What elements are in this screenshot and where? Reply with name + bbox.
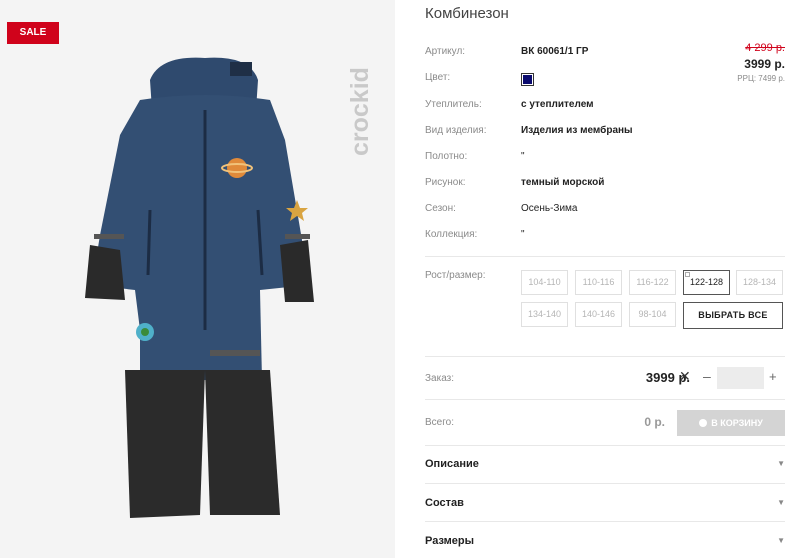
accordion-label: Состав <box>425 497 464 509</box>
qty-input[interactable] <box>717 367 764 389</box>
old-price: 4 299 р. <box>745 42 785 54</box>
size-label: Рост/размер: <box>425 270 486 281</box>
spec-label: Коллекция: <box>425 229 478 240</box>
accordion-label: Размеры <box>425 535 475 547</box>
spec-label: Полотно: <box>425 151 468 162</box>
product-title: Комбинезон <box>425 5 509 22</box>
size-option[interactable]: 128-134 <box>736 270 783 295</box>
spec-label: Утеплитель: <box>425 99 482 110</box>
color-swatch[interactable] <box>521 73 534 86</box>
times-icon: ✕ <box>679 368 691 384</box>
spec-value: темный морской <box>521 177 605 188</box>
divider <box>425 256 785 257</box>
spec-label: Цвет: <box>425 72 451 83</box>
brand-logo: crockid <box>346 67 374 156</box>
product-info-panel: Комбинезон 4 299 р. 3999 р. РРЦ: 7499 р.… <box>420 0 800 558</box>
accordion-description[interactable]: Описание ▼ <box>425 458 785 470</box>
spec-value: Осень-Зима <box>521 203 578 214</box>
size-option[interactable]: 140-146 <box>575 302 622 327</box>
spec-value: с утеплителем <box>521 99 594 110</box>
select-all-button[interactable]: ВЫБРАТЬ ВСЕ <box>683 302 783 329</box>
cart-icon <box>699 419 708 427</box>
product-image-panel: SALE crockid <box>0 0 395 558</box>
brand-logo-text: crockid <box>346 67 374 156</box>
accordion-composition[interactable]: Состав ▼ <box>425 497 785 509</box>
spec-value: Изделия из мембраны <box>521 125 633 136</box>
size-option[interactable]: 104-110 <box>521 270 568 295</box>
size-option-label: 122-128 <box>689 277 724 287</box>
chevron-down-icon: ▼ <box>777 459 785 468</box>
add-to-cart-button[interactable]: В КОРЗИНУ <box>677 410 785 436</box>
spec-value: " <box>521 151 525 162</box>
size-option-selected[interactable]: 122-128 <box>683 270 730 295</box>
divider <box>425 445 785 446</box>
chevron-down-icon: ▼ <box>777 536 785 545</box>
accordion-label: Описание <box>425 458 479 470</box>
spec-label: Артикул: <box>425 46 466 57</box>
total-value: 0 р. <box>644 415 665 429</box>
add-to-cart-label: В КОРЗИНУ <box>711 418 763 428</box>
sale-badge: SALE <box>7 22 59 44</box>
size-option[interactable]: 98-104 <box>629 302 676 327</box>
qty-minus-button[interactable]: – <box>703 368 711 384</box>
color-swatch-fill <box>523 75 532 84</box>
divider <box>425 521 785 522</box>
qty-plus-button[interactable]: + <box>769 369 777 384</box>
spec-value: ВК 60061/1 ГР <box>521 46 589 57</box>
accordion-sizes[interactable]: Размеры ▼ <box>425 535 785 547</box>
spec-value: " <box>521 229 525 240</box>
new-price: 3999 р. <box>744 57 785 71</box>
divider <box>425 356 785 357</box>
size-option[interactable]: 110-116 <box>575 270 622 295</box>
size-option[interactable]: 134-140 <box>521 302 568 327</box>
divider <box>425 483 785 484</box>
chevron-down-icon: ▼ <box>777 498 785 507</box>
total-label: Всего: <box>425 417 454 428</box>
size-option[interactable]: 116-122 <box>629 270 676 295</box>
selected-marker-icon <box>685 272 690 277</box>
jumpsuit-photo <box>85 57 314 518</box>
price-box: 4 299 р. 3999 р. РРЦ: 7499 р. <box>737 42 785 83</box>
spec-label: Сезон: <box>425 203 456 214</box>
order-label: Заказ: <box>425 373 455 384</box>
color-value <box>521 73 534 86</box>
spec-label: Рисунок: <box>425 177 466 188</box>
rrp-price: РРЦ: 7499 р. <box>737 74 785 83</box>
spec-label: Вид изделия: <box>425 125 487 136</box>
divider <box>425 399 785 400</box>
